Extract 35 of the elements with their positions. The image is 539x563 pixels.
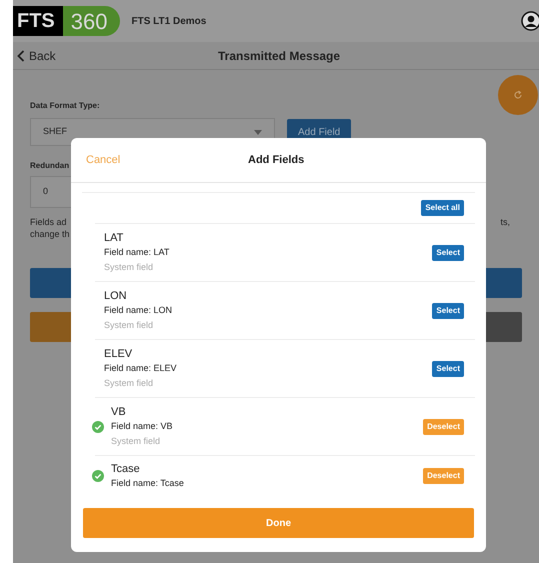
field-title: ELEV xyxy=(104,346,134,360)
field-note: System field xyxy=(111,434,162,448)
check-icon xyxy=(92,470,104,482)
page-title: Transmitted Message xyxy=(218,48,340,64)
select-button[interactable]: Select xyxy=(432,244,464,260)
select-button[interactable]: Select xyxy=(432,360,464,376)
field-title: LON xyxy=(104,288,128,302)
note-text: ts, xyxy=(500,216,510,229)
field-note: System field xyxy=(104,376,154,390)
caret-icon xyxy=(254,130,262,134)
back-button[interactable]: Back xyxy=(13,46,56,64)
select-button[interactable]: Select xyxy=(432,302,464,318)
format-label: Data Format Type: xyxy=(30,100,101,112)
logo-right: 360 xyxy=(62,6,120,36)
field-note: System field xyxy=(104,260,154,274)
back-icon xyxy=(17,50,25,62)
note-text: Fields ad xyxy=(30,216,68,228)
field-name: Field name: LON xyxy=(104,304,174,316)
dialog-title: Add Fields xyxy=(248,152,304,168)
field-name: Field name: VB xyxy=(111,420,174,432)
redundancy-label: Redundan xyxy=(30,160,70,172)
org-name: FTS LT1 Demos xyxy=(132,14,206,28)
check-icon xyxy=(92,420,104,432)
redundancy-field[interactable]: 0 xyxy=(30,176,71,208)
user-icon[interactable] xyxy=(521,11,539,31)
field-name: Field name: LAT xyxy=(104,246,170,258)
field-title: Tcase xyxy=(111,462,141,476)
refresh-icon xyxy=(513,90,523,100)
field-title: VB xyxy=(111,404,127,418)
field-title: LAT xyxy=(104,230,124,244)
select-all-button[interactable]: Select all xyxy=(421,200,464,216)
field-name: Field name: ELEV xyxy=(104,362,178,374)
field-note: System field xyxy=(104,318,154,332)
note-text: change th xyxy=(30,228,70,240)
field-name: Field name: Tcase xyxy=(111,477,185,490)
